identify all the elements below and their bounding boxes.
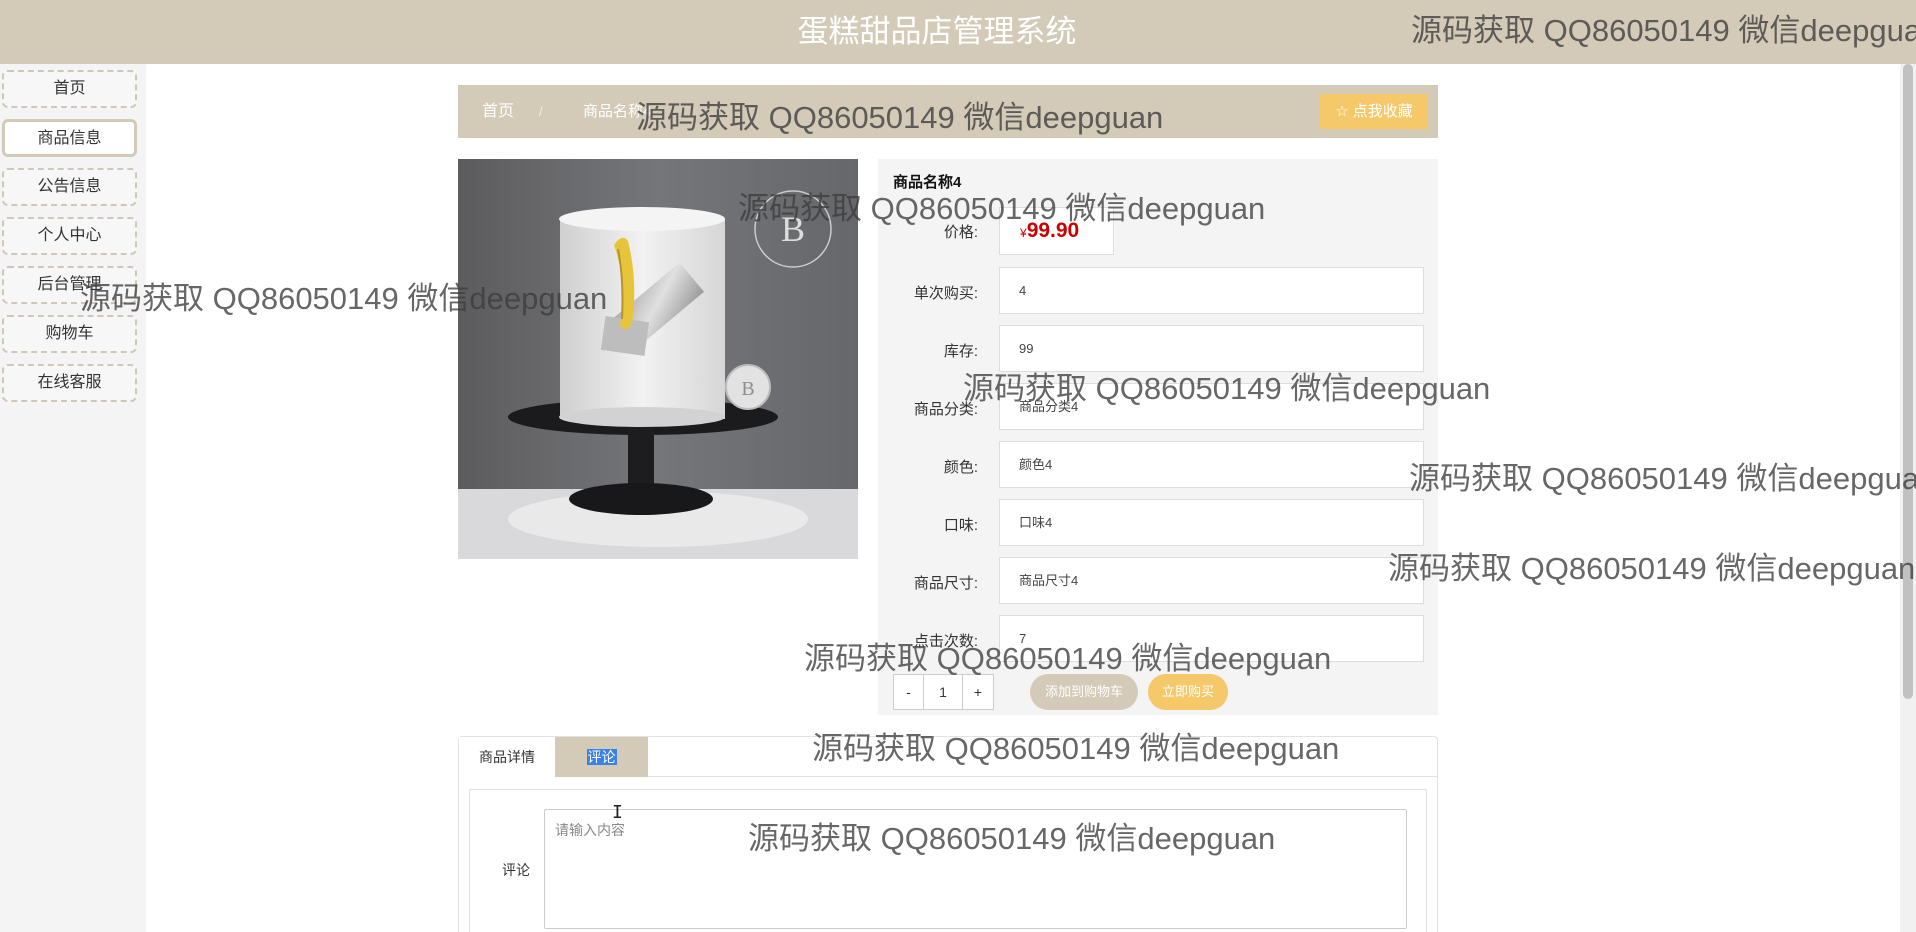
watermark: 源码获取 QQ86050149 微信deepguan [1388,551,1916,586]
add-to-cart-button[interactable]: 添加到购物车 [1030,674,1138,710]
svg-text:B: B [741,378,754,400]
scrollbar-thumb[interactable] [1903,64,1913,699]
buy-now-button[interactable]: 立即购买 [1148,674,1228,710]
tab-comments[interactable]: 评论 [555,737,648,777]
cake-photo: B B [458,159,858,559]
breadcrumb-current: 商品名称4 [583,103,652,120]
sidebar-item-support[interactable]: 在线客服 [2,364,137,402]
comment-field-label: 评论 [502,862,530,878]
currency-symbol: ¥ [1020,226,1027,240]
breadcrumb: 首页 / 商品名称4 ☆ 点我收藏 [458,85,1438,138]
svg-text:B: B [781,209,805,249]
field-value-stock: 99 [999,325,1424,372]
product-name: 商品名称4 [893,174,962,191]
field-label-purchase: 单次购买: [913,285,978,302]
app-header: 蛋糕甜品店管理系统 [0,0,1916,64]
breadcrumb-separator: / [539,104,543,119]
breadcrumb-home[interactable]: 首页 [482,85,514,138]
quantity-input[interactable]: 1 [923,674,963,710]
text-cursor-icon: I [612,802,623,823]
sidebar-item-home[interactable]: 首页 [2,70,137,108]
field-label-clicks: 点击次数: [913,633,978,650]
field-label-category: 商品分类: [913,401,978,418]
quantity-minus-button[interactable]: - [893,674,924,710]
price-label: 价格: [943,224,978,241]
price-value: 99.90 [1026,219,1080,242]
tab-comments-label: 评论 [586,749,617,765]
sidebar-item-profile[interactable]: 个人中心 [2,217,137,255]
product-info-panel: 商品名称4 价格: ¥99.90 单次购买: 4 库存: 99 商品分类: 商品… [878,159,1438,715]
sidebar-item-admin[interactable]: 后台管理 [2,266,137,304]
field-value-flavor: 口味4 [999,499,1424,546]
watermark: 源码获取 QQ86050149 微信deepguan [1409,461,1916,496]
tab-product-detail[interactable]: 商品详情 [459,737,555,777]
field-label-flavor: 口味: [943,517,978,534]
field-value-purchase: 4 [999,267,1424,314]
field-value-size: 商品尺寸4 [999,557,1424,604]
sidebar-item-products[interactable]: 商品信息 [2,119,137,157]
price-box: ¥99.90 [999,207,1114,255]
field-label-size: 商品尺寸: [913,575,978,592]
app-title: 蛋糕甜品店管理系统 [797,14,1077,49]
sidebar-nav: 首页 商品信息 公告信息 个人中心 后台管理 购物车 在线客服 [0,64,146,932]
product-image: B B [458,159,858,559]
favorite-button[interactable]: ☆ 点我收藏 [1320,94,1428,129]
comment-textarea[interactable] [544,809,1407,929]
sidebar-item-announcements[interactable]: 公告信息 [2,168,137,206]
sidebar-item-cart[interactable]: 购物车 [2,315,137,353]
page-scrollbar[interactable] [1900,64,1916,932]
field-value-category: 商品分类4 [999,383,1424,430]
field-value-clicks: 7 [999,615,1424,662]
quantity-plus-button[interactable]: + [962,674,994,710]
field-label-stock: 库存: [943,343,978,360]
field-value-color: 颜色4 [999,441,1424,488]
product-tabs: 商品详情 评论 评论 [458,736,1438,932]
field-label-color: 颜色: [943,459,978,476]
tab-bar: 商品详情 评论 [459,737,1437,777]
